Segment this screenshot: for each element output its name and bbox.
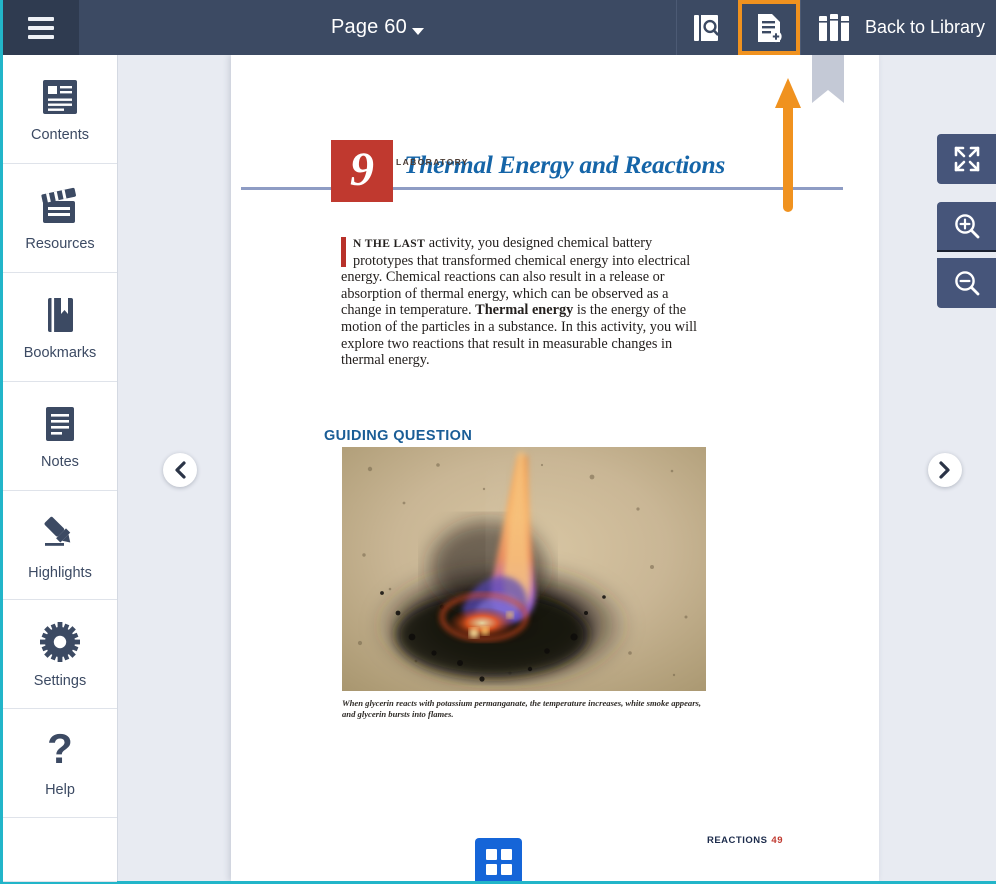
bookmark-ribbon-icon bbox=[812, 55, 844, 103]
sidebar-item-settings[interactable]: Settings bbox=[3, 600, 117, 709]
annotation-pointer bbox=[774, 78, 802, 213]
book-bookmark-icon bbox=[39, 294, 81, 336]
toolbar-tools: Back to Library bbox=[676, 0, 996, 55]
orange-up-arrow-icon bbox=[774, 78, 802, 213]
zoom-out-button[interactable] bbox=[937, 258, 996, 308]
sidebar-item-label: Notes bbox=[41, 454, 79, 470]
next-page-button[interactable] bbox=[928, 453, 962, 487]
sidebar-item-label: Help bbox=[45, 782, 75, 798]
expand-arrows-icon bbox=[952, 144, 982, 174]
sidebar-item-bookmarks[interactable]: Bookmarks bbox=[3, 273, 117, 382]
magnifier-plus-icon bbox=[952, 211, 982, 241]
footer-section-label: REACTIONS bbox=[707, 835, 767, 846]
clapperboard-media-icon bbox=[36, 185, 84, 227]
footer-page-number: 49 bbox=[771, 835, 783, 846]
document-plus-icon bbox=[756, 12, 782, 44]
hamburger-menu-button[interactable] bbox=[3, 0, 79, 55]
chevron-left-icon bbox=[172, 461, 188, 479]
svg-text:?: ? bbox=[47, 729, 73, 772]
fullscreen-button[interactable] bbox=[937, 134, 996, 184]
add-note-button[interactable] bbox=[738, 0, 800, 55]
magnifier-minus-icon bbox=[952, 268, 982, 298]
figure-caption: When glycerin reacts with potassium perm… bbox=[342, 698, 702, 720]
highlighter-pen-icon bbox=[37, 510, 83, 556]
question-mark-icon: ? bbox=[41, 729, 79, 773]
chevron-right-icon bbox=[937, 461, 953, 479]
sidebar-item-help[interactable]: ? Help bbox=[3, 709, 117, 818]
grid-four-squares-icon bbox=[486, 849, 512, 875]
contents-list-icon bbox=[39, 76, 81, 118]
intro-bold-term: Thermal energy bbox=[475, 302, 573, 318]
back-to-library-button[interactable]: Back to Library bbox=[800, 0, 996, 55]
chapter-number: 9 bbox=[331, 140, 393, 202]
intro-paragraph: N THE LAST activity, you designed chemic… bbox=[341, 235, 707, 369]
sidebar-item-resources[interactable]: Resources bbox=[3, 164, 117, 273]
sidebar-item-label: Settings bbox=[34, 673, 86, 689]
ebook-reader-app: Page 60 bbox=[0, 0, 996, 884]
intro-small-caps: N THE LAST bbox=[353, 238, 425, 250]
note-lines-icon bbox=[39, 403, 81, 445]
left-sidebar: Contents Resources Boo bbox=[3, 55, 118, 881]
page-footer: REACTIONS 49 bbox=[231, 835, 879, 846]
thumbnail-view-button[interactable] bbox=[475, 838, 522, 881]
zoom-in-button[interactable] bbox=[937, 202, 996, 252]
hamburger-menu-icon bbox=[28, 17, 54, 39]
sidebar-item-label: Bookmarks bbox=[24, 345, 97, 361]
bookmark-ribbon[interactable] bbox=[812, 55, 844, 103]
books-icon bbox=[817, 12, 853, 44]
sidebar-item-label: Highlights bbox=[28, 565, 92, 581]
search-book-button[interactable] bbox=[676, 0, 738, 55]
sidebar-empty-section bbox=[3, 818, 117, 882]
sidebar-item-label: Resources bbox=[25, 236, 94, 252]
sidebar-item-highlights[interactable]: Highlights bbox=[3, 491, 117, 600]
book-search-icon bbox=[692, 12, 722, 44]
top-toolbar: Page 60 bbox=[3, 0, 996, 55]
sidebar-item-label: Contents bbox=[31, 127, 89, 143]
glycerin-reaction-photograph bbox=[342, 447, 706, 691]
chevron-down-icon bbox=[412, 28, 424, 35]
sidebar-item-notes[interactable]: Notes bbox=[3, 382, 117, 491]
reader-viewport: 9 Thermal Energy and Reactions LABORATOR… bbox=[118, 55, 996, 881]
gear-icon bbox=[38, 620, 82, 664]
chapter-kicker: LABORATORY bbox=[396, 157, 469, 167]
page-label-text: Page 60 bbox=[331, 16, 407, 39]
back-to-library-label: Back to Library bbox=[865, 17, 985, 38]
page-selector[interactable]: Page 60 bbox=[331, 16, 424, 39]
guiding-question-heading: GUIDING QUESTION bbox=[324, 428, 472, 444]
previous-page-button[interactable] bbox=[163, 453, 197, 487]
drop-cap-bar bbox=[341, 237, 346, 267]
sidebar-item-contents[interactable]: Contents bbox=[3, 55, 117, 164]
page-indicator-area: Page 60 bbox=[79, 0, 676, 55]
figure-photo bbox=[342, 447, 706, 691]
